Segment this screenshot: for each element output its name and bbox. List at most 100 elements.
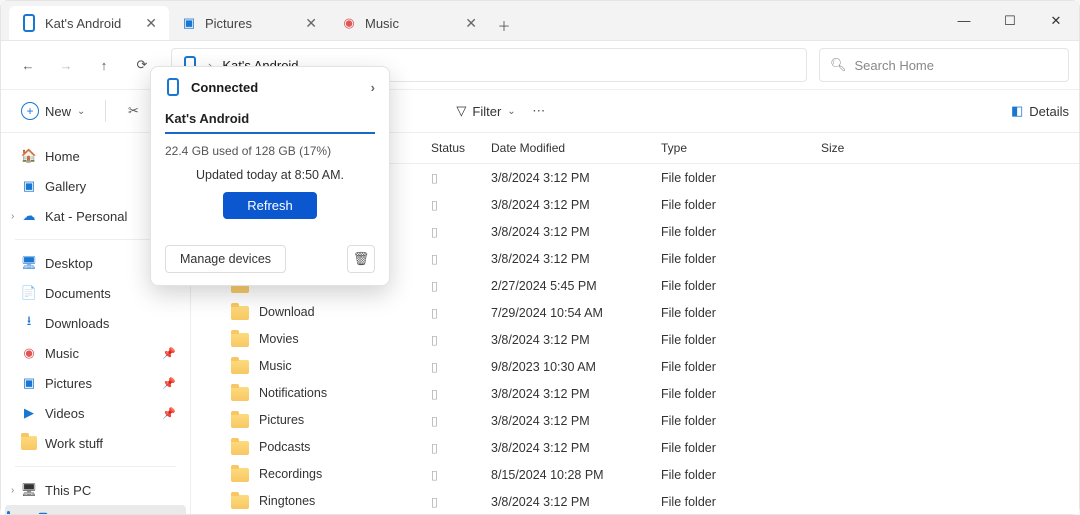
file-type: File folder <box>651 164 811 192</box>
pin-icon[interactable]: 📌 <box>162 407 176 420</box>
popup-header[interactable]: Connected › <box>151 67 389 107</box>
col-date[interactable]: Date Modified <box>481 133 651 164</box>
file-type: File folder <box>651 461 811 488</box>
refresh-button[interactable]: Refresh <box>223 192 317 219</box>
sidebar-item-label: Gallery <box>45 179 86 194</box>
file-size <box>811 272 1079 299</box>
cut-button[interactable]: ✂ <box>116 96 150 126</box>
downloads-icon: ⭳ <box>21 315 37 331</box>
file-size <box>811 380 1079 407</box>
folder-icon <box>231 333 249 347</box>
file-date: 9/8/2023 10:30 AM <box>481 353 651 380</box>
table-row[interactable]: Pictures▯3/8/2024 3:12 PMFile folder <box>191 407 1079 434</box>
popup-body: Kat's Android 22.4 GB used of 128 GB (17… <box>151 111 389 219</box>
sidebar-item-videos[interactable]: ▶ Videos 📌 <box>5 398 186 428</box>
more-button[interactable]: ⋯ <box>522 96 556 126</box>
phone-icon <box>165 79 181 95</box>
music-icon: ◉ <box>21 345 37 361</box>
sidebar-item-label: Music <box>45 346 79 361</box>
table-row[interactable]: Notifications▯3/8/2024 3:12 PMFile folde… <box>191 380 1079 407</box>
file-explorer-window: Kat's Android ✕ ▣ Pictures ✕ ◉ Music ✕ ＋… <box>0 0 1080 515</box>
sidebar-item-work[interactable]: Work stuff <box>5 428 186 458</box>
file-date: 3/8/2024 3:12 PM <box>481 434 651 461</box>
file-name: Movies <box>259 332 299 346</box>
folder-icon <box>231 360 249 374</box>
sidebar-item-thispc[interactable]: › 🖥 This PC <box>5 475 186 505</box>
sidebar-item-label: Documents <box>45 286 111 301</box>
sidebar-item-label: This PC <box>45 483 91 498</box>
table-row[interactable]: Recordings▯8/15/2024 10:28 PMFile folder <box>191 461 1079 488</box>
sidebar-item-downloads[interactable]: ⭳ Downloads <box>5 308 186 338</box>
table-row[interactable]: Music▯9/8/2023 10:30 AMFile folder <box>191 353 1079 380</box>
window-controls: — ☐ ✕ <box>941 1 1079 41</box>
tab-pictures[interactable]: ▣ Pictures ✕ <box>169 6 329 40</box>
filter-button[interactable]: ▽ Filter ⌄ <box>456 103 515 119</box>
sidebar-item-label: Work stuff <box>45 436 103 451</box>
file-size <box>811 299 1079 326</box>
close-icon[interactable]: ✕ <box>305 15 317 32</box>
tab-kats-android[interactable]: Kat's Android ✕ <box>9 6 169 40</box>
phone-icon <box>35 512 51 514</box>
folder-icon <box>231 495 249 509</box>
table-row[interactable]: Podcasts▯3/8/2024 3:12 PMFile folder <box>191 434 1079 461</box>
file-name: Pictures <box>259 413 304 427</box>
table-row[interactable]: Movies▯3/8/2024 3:12 PMFile folder <box>191 326 1079 353</box>
titlebar: Kat's Android ✕ ▣ Pictures ✕ ◉ Music ✕ ＋… <box>1 1 1079 41</box>
pin-icon[interactable]: 📌 <box>162 347 176 360</box>
device-status-icon: ▯ <box>431 495 438 509</box>
folder-icon <box>21 435 37 451</box>
popup-device-name: Kat's Android <box>165 111 375 126</box>
col-size[interactable]: Size <box>811 133 1079 164</box>
sidebar-item-device[interactable]: Kat's Android <box>5 505 186 514</box>
table-row[interactable]: Ringtones▯3/8/2024 3:12 PMFile folder <box>191 488 1079 514</box>
chevron-down-icon: ⌄ <box>77 106 85 117</box>
close-button[interactable]: ✕ <box>1033 1 1079 41</box>
new-tab-button[interactable]: ＋ <box>489 10 519 40</box>
sidebar-item-pictures[interactable]: ▣ Pictures 📌 <box>5 368 186 398</box>
sidebar-item-music[interactable]: ◉ Music 📌 <box>5 338 186 368</box>
tab-music[interactable]: ◉ Music ✕ <box>329 6 489 40</box>
close-icon[interactable]: ✕ <box>145 15 157 32</box>
file-date: 3/8/2024 3:12 PM <box>481 191 651 218</box>
file-size <box>811 407 1079 434</box>
file-size <box>811 326 1079 353</box>
close-icon[interactable]: ✕ <box>465 15 477 32</box>
cloud-icon: ☁ <box>21 208 37 224</box>
chevron-down-icon: ⌄ <box>507 106 515 117</box>
file-type: File folder <box>651 299 811 326</box>
search-input[interactable]: 🔍︎ Search Home <box>819 48 1069 82</box>
col-status[interactable]: Status <box>421 133 481 164</box>
col-type[interactable]: Type <box>651 133 811 164</box>
file-type: File folder <box>651 272 811 299</box>
file-name: Ringtones <box>259 494 315 508</box>
sidebar-item-label: Home <box>45 149 80 164</box>
manage-devices-button[interactable]: Manage devices <box>165 245 286 273</box>
file-date: 3/8/2024 3:12 PM <box>481 245 651 272</box>
documents-icon: 📄 <box>21 285 37 301</box>
device-status-icon: ▯ <box>431 252 438 266</box>
device-status-icon: ▯ <box>431 387 438 401</box>
pin-icon[interactable]: 📌 <box>162 377 176 390</box>
new-label: New <box>45 104 71 119</box>
file-size <box>811 245 1079 272</box>
tab-label: Kat's Android <box>45 16 121 31</box>
up-button[interactable]: ↑ <box>87 48 121 82</box>
maximize-button[interactable]: ☐ <box>987 1 1033 41</box>
details-button[interactable]: ◧ Details <box>1011 103 1069 119</box>
table-row[interactable]: Download▯7/29/2024 10:54 AMFile folder <box>191 299 1079 326</box>
new-button[interactable]: + New ⌄ <box>11 96 95 126</box>
minimize-button[interactable]: — <box>941 1 987 41</box>
forward-button[interactable]: → <box>49 48 83 82</box>
file-date: 7/29/2024 10:54 AM <box>481 299 651 326</box>
file-name: Podcasts <box>259 440 310 454</box>
folder-icon <box>231 468 249 482</box>
file-size <box>811 461 1079 488</box>
file-date: 2/27/2024 5:45 PM <box>481 272 651 299</box>
file-date: 3/8/2024 3:12 PM <box>481 218 651 245</box>
chevron-right-icon[interactable]: › <box>11 485 14 496</box>
tab-label: Pictures <box>205 16 252 31</box>
chevron-right-icon[interactable]: › <box>11 211 14 222</box>
back-button[interactable]: ← <box>11 48 45 82</box>
folder-icon <box>231 306 249 320</box>
delete-button[interactable]: 🗑 <box>347 245 375 273</box>
